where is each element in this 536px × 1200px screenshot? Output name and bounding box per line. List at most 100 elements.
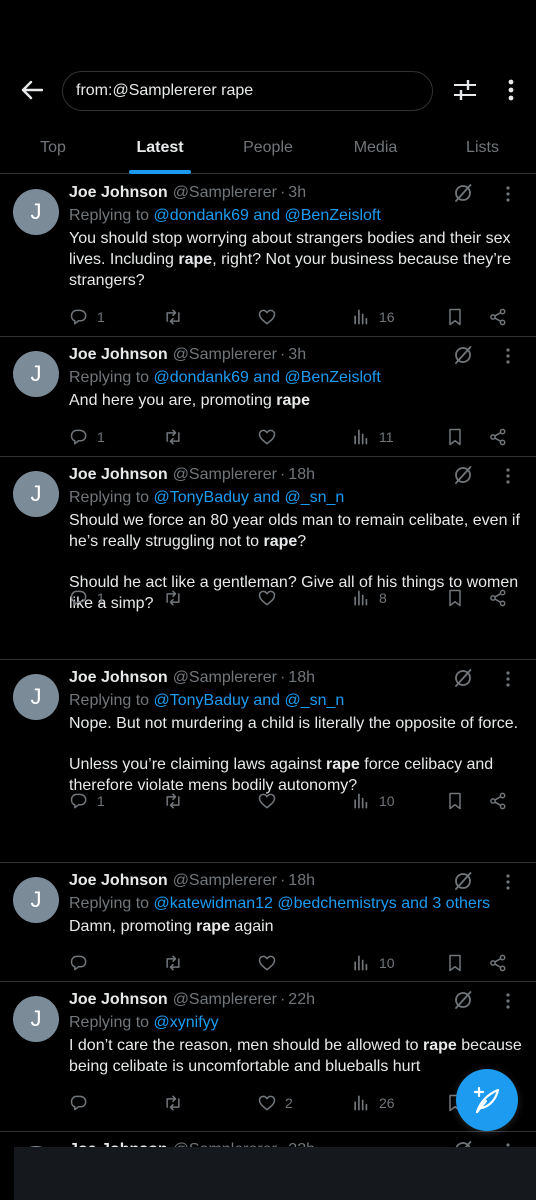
avatar[interactable]: J (13, 189, 59, 235)
replying-to-mentions[interactable]: @TonyBaduy and @_sn_n (154, 489, 345, 506)
share-button[interactable] (488, 584, 508, 612)
views-count: 11 (379, 429, 394, 445)
bottom-edge (0, 1147, 14, 1200)
tweet[interactable]: J Joe Johnson @Samplererer · 3h Replying… (0, 175, 536, 337)
tweet-time[interactable]: 18h (288, 669, 315, 687)
tab-people[interactable]: People (214, 122, 322, 174)
grok-icon[interactable] (452, 667, 474, 689)
grok-icon[interactable] (452, 989, 474, 1011)
share-button[interactable] (488, 303, 508, 331)
tweet-time[interactable]: 18h (288, 872, 315, 890)
tweet-more-button[interactable] (500, 872, 516, 892)
like-button[interactable] (257, 423, 285, 451)
tab-media[interactable]: Media (322, 122, 429, 174)
avatar[interactable]: J (13, 351, 59, 397)
tweet-more-button[interactable] (500, 346, 516, 366)
author-name[interactable]: Joe Johnson (69, 991, 168, 1009)
like-button[interactable]: 2 (257, 1089, 293, 1117)
author-name[interactable]: Joe Johnson (69, 466, 168, 484)
tab-top[interactable]: Top (0, 122, 106, 174)
share-button[interactable] (488, 949, 508, 977)
retweet-button[interactable] (163, 1089, 191, 1117)
grok-icon[interactable] (452, 182, 474, 204)
more-options-button[interactable] (497, 75, 525, 105)
author-name[interactable]: Joe Johnson (69, 669, 168, 687)
search-input[interactable] (63, 72, 432, 110)
tweet-more-button[interactable] (500, 184, 516, 204)
bookmark-button[interactable] (445, 303, 465, 331)
author-name[interactable]: Joe Johnson (69, 346, 168, 364)
avatar[interactable]: J (13, 877, 59, 923)
bookmark-button[interactable] (445, 787, 465, 815)
views-button[interactable]: 11 (351, 423, 394, 451)
retweet-button[interactable] (163, 584, 191, 612)
retweet-button[interactable] (163, 787, 191, 815)
views-button[interactable]: 26 (351, 1089, 395, 1117)
like-button[interactable] (257, 949, 285, 977)
grok-icon[interactable] (452, 344, 474, 366)
bookmark-button[interactable] (445, 423, 465, 451)
reply-button[interactable]: 1 (69, 787, 105, 815)
author-name[interactable]: Joe Johnson (69, 184, 168, 202)
author-handle[interactable]: @Samplererer (173, 346, 277, 364)
tweet-more-button[interactable] (500, 669, 516, 689)
like-button[interactable] (257, 787, 285, 815)
author-handle[interactable]: @Samplererer (173, 466, 277, 484)
views-count: 16 (379, 309, 395, 325)
tweet[interactable]: J Joe Johnson @Samplererer · 22h Replyin… (0, 982, 536, 1132)
author-handle[interactable]: @Samplererer (173, 669, 277, 687)
replying-to-mentions[interactable]: @TonyBaduy and @_sn_n (154, 692, 345, 709)
avatar[interactable]: J (13, 471, 59, 517)
tweet-more-button[interactable] (500, 466, 516, 486)
tweet-time[interactable]: 3h (288, 346, 306, 364)
tweet[interactable]: J Joe Johnson @Samplererer · 3h Replying… (0, 337, 536, 457)
views-button[interactable]: 10 (351, 949, 395, 977)
replying-to-mentions[interactable]: @katewidman12 @bedchemistrys and 3 other… (154, 895, 491, 912)
retweet-button[interactable] (163, 949, 191, 977)
text-segment: again (229, 918, 274, 935)
share-button[interactable] (488, 787, 508, 815)
search-field[interactable] (62, 71, 433, 111)
tweet[interactable]: J Joe Johnson @Samplererer · 18h Replyin… (0, 660, 536, 863)
bookmark-icon (449, 954, 461, 972)
avatar[interactable]: J (13, 674, 59, 720)
bookmark-button[interactable] (445, 949, 465, 977)
like-button[interactable] (257, 303, 285, 331)
replying-to-mentions[interactable]: @dondank69 and @BenZeisloft (154, 369, 381, 386)
grok-icon[interactable] (452, 870, 474, 892)
views-button[interactable]: 8 (351, 584, 387, 612)
reply-button[interactable]: 1 (69, 423, 105, 451)
tweet-time[interactable]: 3h (288, 184, 306, 202)
tweet[interactable]: J Joe Johnson @Samplererer · 18h Replyin… (0, 457, 536, 660)
reply-icon (70, 309, 87, 325)
compose-button[interactable] (456, 1069, 518, 1131)
views-button[interactable]: 10 (351, 787, 395, 815)
reply-button[interactable] (69, 1089, 97, 1117)
tweet-more-button[interactable] (500, 991, 516, 1011)
author-handle[interactable]: @Samplererer (173, 872, 277, 890)
tweet-text: I don’t care the reason, men should be a… (69, 1035, 522, 1077)
reply-button[interactable] (69, 949, 97, 977)
retweet-button[interactable] (163, 423, 191, 451)
reply-button[interactable]: 1 (69, 303, 105, 331)
views-button[interactable]: 16 (351, 303, 395, 331)
replying-to-mentions[interactable]: @xynifyy (154, 1014, 219, 1031)
author-handle[interactable]: @Samplererer (173, 184, 277, 202)
tweet-time[interactable]: 18h (288, 466, 315, 484)
replying-to-mentions[interactable]: @dondank69 and @BenZeisloft (154, 207, 381, 224)
bookmark-button[interactable] (445, 584, 465, 612)
tab-latest[interactable]: Latest (106, 122, 214, 174)
back-button[interactable] (16, 74, 48, 106)
retweet-button[interactable] (163, 303, 191, 331)
share-button[interactable] (488, 423, 508, 451)
reply-button[interactable]: 1 (69, 584, 105, 612)
author-name[interactable]: Joe Johnson (69, 872, 168, 890)
author-handle[interactable]: @Samplererer (173, 991, 277, 1009)
grok-icon[interactable] (452, 464, 474, 486)
search-filter-button[interactable] (450, 75, 480, 105)
tab-lists[interactable]: Lists (429, 122, 536, 174)
like-button[interactable] (257, 584, 285, 612)
tweet-time[interactable]: 22h (288, 991, 315, 1009)
avatar[interactable]: J (13, 996, 59, 1042)
tweet[interactable]: J Joe Johnson @Samplererer · 18h Replyin… (0, 863, 536, 982)
